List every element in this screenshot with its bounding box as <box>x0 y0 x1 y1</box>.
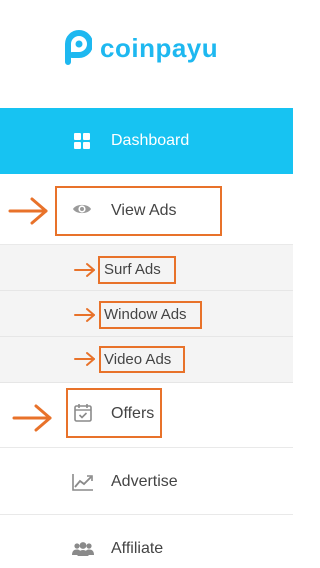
sidebar-item-advertise[interactable]: Advertise <box>0 448 293 515</box>
sidebar-item-label: Dashboard <box>111 132 190 149</box>
grid-icon <box>74 133 90 149</box>
highlight-box-surf-ads <box>98 256 176 284</box>
sidebar-item-dashboard[interactable]: Dashboard <box>0 108 293 174</box>
highlight-box-window-ads <box>99 301 202 329</box>
chart-line-icon <box>72 474 93 491</box>
arrow-right-icon <box>74 263 95 277</box>
users-icon <box>72 542 94 556</box>
brand-name: coinpayu <box>100 33 219 63</box>
sidebar-item-label: Advertise <box>111 473 178 490</box>
highlight-box-offers <box>66 388 162 438</box>
arrow-right-icon <box>8 197 48 225</box>
sidebar: coinpayu Dashboard View Ads Surf Ads Win… <box>0 0 293 568</box>
sidebar-item-label: Affiliate <box>111 540 164 557</box>
sidebar-item-affiliate[interactable]: Affiliate <box>0 515 293 568</box>
coinpayu-logo-icon <box>65 30 92 65</box>
highlight-box-view-ads <box>55 186 222 236</box>
arrow-right-icon <box>12 404 52 432</box>
arrow-right-icon <box>74 308 95 322</box>
brand-logo[interactable]: coinpayu <box>58 28 218 68</box>
highlight-box-video-ads <box>99 346 185 373</box>
arrow-right-icon <box>74 352 95 366</box>
